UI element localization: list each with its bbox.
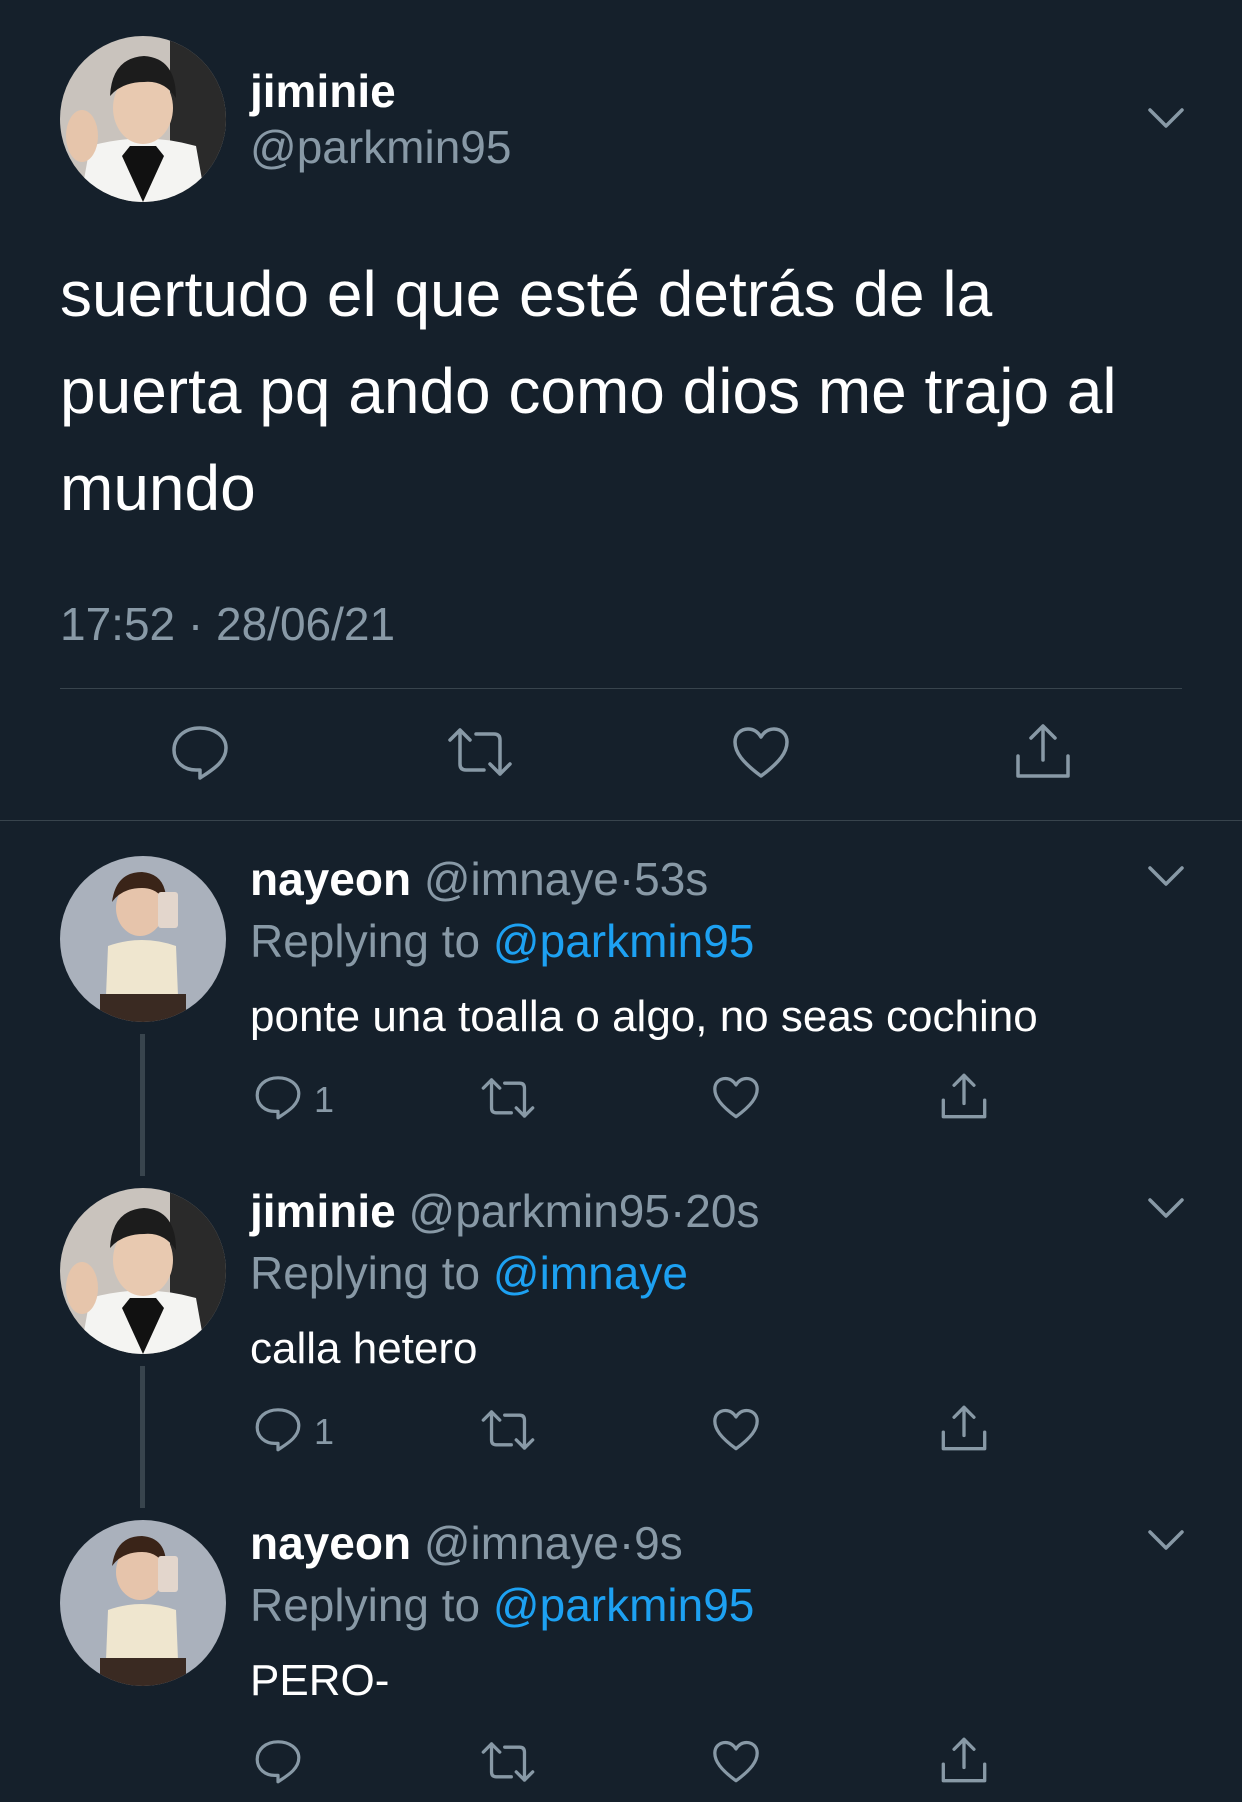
reply-icon[interactable] [254,1738,302,1784]
like-icon[interactable] [712,1408,760,1452]
replying-to: Replying to @imnaye [250,1246,688,1300]
reply-text: calla hetero [250,1324,478,1373]
reply-author-name[interactable]: jiminie [250,1185,396,1237]
main-tweet-text: suertudo el que esté detrás de la puerta… [60,246,1190,537]
reply-meta-separator: · [618,853,635,905]
reply-author-name[interactable]: nayeon [250,1517,411,1569]
retweet-icon[interactable] [480,1740,536,1784]
avatar-jiminie[interactable] [60,1188,226,1354]
reply-text: PERO- [250,1656,390,1705]
reply-icon[interactable] [170,724,230,780]
main-tweet-timestamp[interactable]: 17:52 · 28/06/21 [60,594,395,654]
avatar-nayeon[interactable] [60,856,226,1022]
replying-to-mention[interactable]: @imnaye [493,1247,688,1299]
reply-count: 1 [314,1079,335,1120]
reply-author-handle[interactable]: @imnaye [424,853,619,905]
replying-to: Replying to @parkmin95 [250,1578,754,1632]
reply-header: nayeon @imnaye·53s [250,852,708,906]
chevron-down-icon[interactable] [1146,106,1186,130]
avatar-jiminie[interactable] [60,36,226,202]
thread-connector [140,1034,145,1176]
section-divider [0,820,1242,821]
reply-time[interactable]: 9s [634,1517,683,1569]
reply-time[interactable]: 53s [634,853,708,905]
replying-to-mention[interactable]: @parkmin95 [493,915,754,967]
reply-count: 1 [314,1411,335,1452]
reply-meta-separator: · [669,1185,686,1237]
share-icon[interactable] [1014,722,1072,780]
share-icon[interactable] [940,1404,988,1452]
reply-header: jiminie @parkmin95·20s [250,1184,759,1238]
retweet-icon[interactable] [446,726,514,778]
chevron-down-icon[interactable] [1146,1196,1186,1220]
like-icon[interactable] [712,1740,760,1784]
share-icon[interactable] [940,1072,988,1120]
main-tweet-text-line: suertudo el que esté detrás de la [60,258,993,330]
reply-author-handle[interactable]: @parkmin95 [409,1185,670,1237]
thread-connector [140,1366,145,1508]
avatar-nayeon[interactable] [60,1520,226,1686]
main-tweet-author-handle[interactable]: @parkmin95 [250,120,511,174]
divider [60,688,1182,689]
replying-to-mention[interactable]: @parkmin95 [493,1579,754,1631]
main-tweet-author-name[interactable]: jiminie [250,64,396,118]
reply-header: nayeon @imnaye·9s [250,1516,683,1570]
like-icon[interactable] [712,1076,760,1120]
like-icon[interactable] [732,726,790,780]
share-icon[interactable] [940,1736,988,1784]
reply-meta-separator: · [618,1517,635,1569]
reply-icon[interactable] [254,1074,302,1120]
replying-to: Replying to @parkmin95 [250,914,754,968]
replying-to-label: Replying to [250,915,481,967]
retweet-icon[interactable] [480,1408,536,1452]
reply-icon[interactable] [254,1406,302,1452]
reply-author-handle[interactable]: @imnaye [424,1517,619,1569]
chevron-down-icon[interactable] [1146,864,1186,888]
reply-time[interactable]: 20s [685,1185,759,1237]
replying-to-label: Replying to [250,1579,481,1631]
main-tweet-text-line: puerta pq ando como dios me trajo al [60,355,1117,427]
reply-author-name[interactable]: nayeon [250,853,411,905]
chevron-down-icon[interactable] [1146,1528,1186,1552]
main-tweet-text-line: mundo [60,452,256,524]
replying-to-label: Replying to [250,1247,481,1299]
reply-text: ponte una toalla o algo, no seas cochino [250,992,1038,1041]
retweet-icon[interactable] [480,1076,536,1120]
